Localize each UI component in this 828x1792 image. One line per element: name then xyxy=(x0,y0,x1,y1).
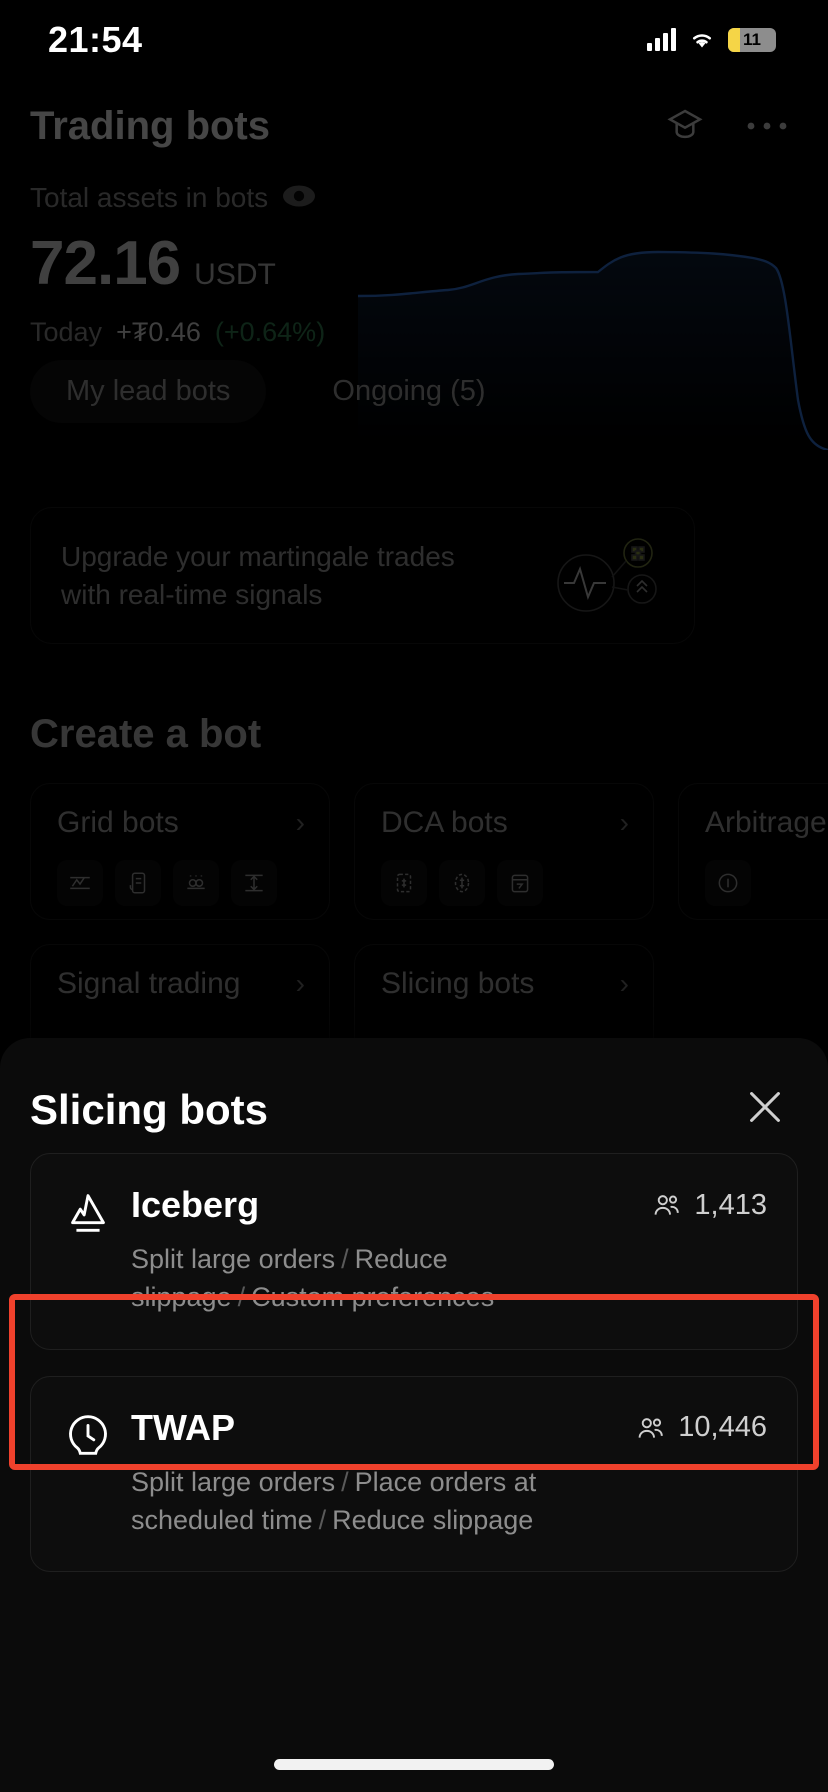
bot-card-title: Grid bots xyxy=(57,806,179,839)
users-icon xyxy=(638,1417,664,1438)
chevron-right-icon: › xyxy=(295,807,305,838)
bot-card-grid-bots[interactable]: Grid bots › xyxy=(30,783,330,920)
clock-icon xyxy=(61,1409,119,1468)
more-options-icon[interactable] xyxy=(746,119,788,133)
list-item-users: 1,413 xyxy=(652,1189,767,1222)
tag-label: Reduce slippage xyxy=(332,1504,534,1535)
tag-label: Split large orders xyxy=(131,1244,336,1274)
today-change-percent: (+0.64%) xyxy=(214,317,326,347)
battery-icon: 11 xyxy=(728,28,776,52)
list-item-top: Iceberg 1,413 Split large orders / Reduce … xyxy=(61,1184,767,1317)
tag-label: Split large orders xyxy=(131,1466,336,1497)
list-item-description: Split large orders / Reduce slippage / Custo… xyxy=(131,1240,651,1317)
tag-separator: / xyxy=(318,1504,327,1535)
today-label: Today xyxy=(30,317,103,347)
chevron-right-icon: › xyxy=(295,968,305,999)
assets-amount-row: 72.16 USDT xyxy=(30,228,828,299)
list-item-title-row: Iceberg 1,413 xyxy=(131,1184,767,1226)
promo-banner[interactable]: Upgrade your martingale trades with real… xyxy=(30,507,695,644)
funding-arb-icon xyxy=(705,860,751,906)
signal-pulse-icon xyxy=(550,531,660,621)
bot-card-header: Grid bots › xyxy=(57,806,305,840)
list-item-iceberg[interactable]: Iceberg 1,413 Split large orders / Reduce … xyxy=(30,1153,798,1350)
list-item-users-count: 10,446 xyxy=(678,1411,767,1444)
promo-banner-text: Upgrade your martingale trades with real… xyxy=(61,541,455,610)
bot-card-header: Signal trading › xyxy=(57,967,305,1001)
infinity-grid-icon xyxy=(173,860,219,906)
futures-dca-icon xyxy=(439,860,485,906)
chevron-right-icon: › xyxy=(619,968,629,999)
list-item-users-count: 1,413 xyxy=(694,1188,767,1221)
tag-separator: / xyxy=(237,1282,246,1313)
recurring-buy-icon xyxy=(497,860,543,906)
list-item-top: TWAP 10,446 Split large orders / Place ord… xyxy=(61,1407,767,1540)
assets-label-row: Total assets in bots xyxy=(30,182,828,214)
bot-card-icons xyxy=(381,860,629,906)
battery-level-label: 11 xyxy=(743,30,761,49)
bot-card-title: Slicing bots xyxy=(381,967,535,1000)
graduation-cap-icon[interactable] xyxy=(664,106,706,146)
assets-amount: 72.16 xyxy=(30,229,181,298)
slicing-bot-list: Iceberg 1,413 Split large orders / Reduce … xyxy=(0,1135,828,1573)
bot-card-icons xyxy=(57,860,305,906)
status-bar: 21:54 11 xyxy=(0,0,828,80)
chip-my-lead-bots[interactable]: My lead bots xyxy=(30,360,267,423)
total-assets-block: Total assets in bots 72.16 USDT Today +₮… xyxy=(30,182,828,348)
tag-separator: / xyxy=(341,1466,349,1497)
bottom-sheet-header: Slicing bots xyxy=(0,1038,828,1135)
list-item-main: Iceberg 1,413 Split large orders / Reduce … xyxy=(119,1184,767,1317)
create-bot-section-title: Create a bot xyxy=(30,712,262,756)
bot-card-title: Arbitrage bots xyxy=(705,806,828,839)
list-item-description: Split large orders / Place orders at sched… xyxy=(131,1463,651,1540)
spot-dca-icon xyxy=(381,860,427,906)
assets-currency: USDT xyxy=(194,258,276,291)
create-bot-card-grid: Grid bots › DCA bots › Arbitrage Signal … xyxy=(30,783,828,1081)
bot-filter-chips: My lead bots Ongoing (5) xyxy=(30,360,522,423)
bot-card-title: Signal trading xyxy=(57,967,241,1000)
tag-label: Custom preferences xyxy=(251,1282,495,1313)
today-change-value: +₮0.46 xyxy=(116,317,201,347)
chip-ongoing[interactable]: Ongoing (5) xyxy=(296,360,521,423)
list-item-main: TWAP 10,446 Split large orders / Place ord… xyxy=(119,1407,767,1540)
page-title: Trading bots xyxy=(30,103,270,148)
bot-card-icons xyxy=(705,860,828,906)
page-header: Trading bots xyxy=(0,94,828,158)
list-item-twap[interactable]: TWAP 10,446 Split large orders / Place ord… xyxy=(30,1375,798,1573)
bot-card-arbitrage-bots[interactable]: Arbitrage bots xyxy=(678,783,828,920)
bottom-sheet-title: Slicing bots xyxy=(30,1085,269,1133)
assets-label: Total assets in bots xyxy=(30,182,269,213)
bot-card-header: Slicing bots › xyxy=(381,967,629,1001)
bot-card-dca-bots[interactable]: DCA bots › xyxy=(354,783,654,920)
list-item-name: Iceberg xyxy=(131,1184,260,1225)
slicing-bots-bottom-sheet: Slicing bots Iceberg 1,413 Split large o… xyxy=(0,1038,828,1792)
list-item-users: 10,446 xyxy=(636,1411,767,1444)
status-bar-clock: 21:54 xyxy=(48,19,143,60)
header-actions xyxy=(664,106,788,146)
list-item-name: TWAP xyxy=(131,1406,235,1448)
status-bar-indicators: 11 xyxy=(647,28,776,52)
chevron-right-icon: › xyxy=(619,807,629,838)
home-indicator xyxy=(274,1759,554,1770)
list-item-title-row: TWAP 10,446 xyxy=(131,1407,767,1449)
eye-icon[interactable] xyxy=(282,185,316,212)
moving-grid-icon xyxy=(231,860,277,906)
wifi-icon xyxy=(693,34,711,48)
today-change-row: Today +₮0.46 (+0.64%) xyxy=(30,317,828,348)
users-icon xyxy=(655,1195,680,1215)
spot-grid-icon xyxy=(57,860,103,906)
close-icon[interactable] xyxy=(742,1084,788,1135)
cellular-signal-icon xyxy=(647,28,676,51)
futures-grid-icon xyxy=(115,860,161,906)
bot-card-header: DCA bots › xyxy=(381,806,629,840)
bot-card-title: DCA bots xyxy=(381,806,508,839)
iceberg-icon xyxy=(61,1186,119,1245)
bot-card-header: Arbitrage bots xyxy=(705,806,828,840)
tag-separator: / xyxy=(341,1244,349,1274)
